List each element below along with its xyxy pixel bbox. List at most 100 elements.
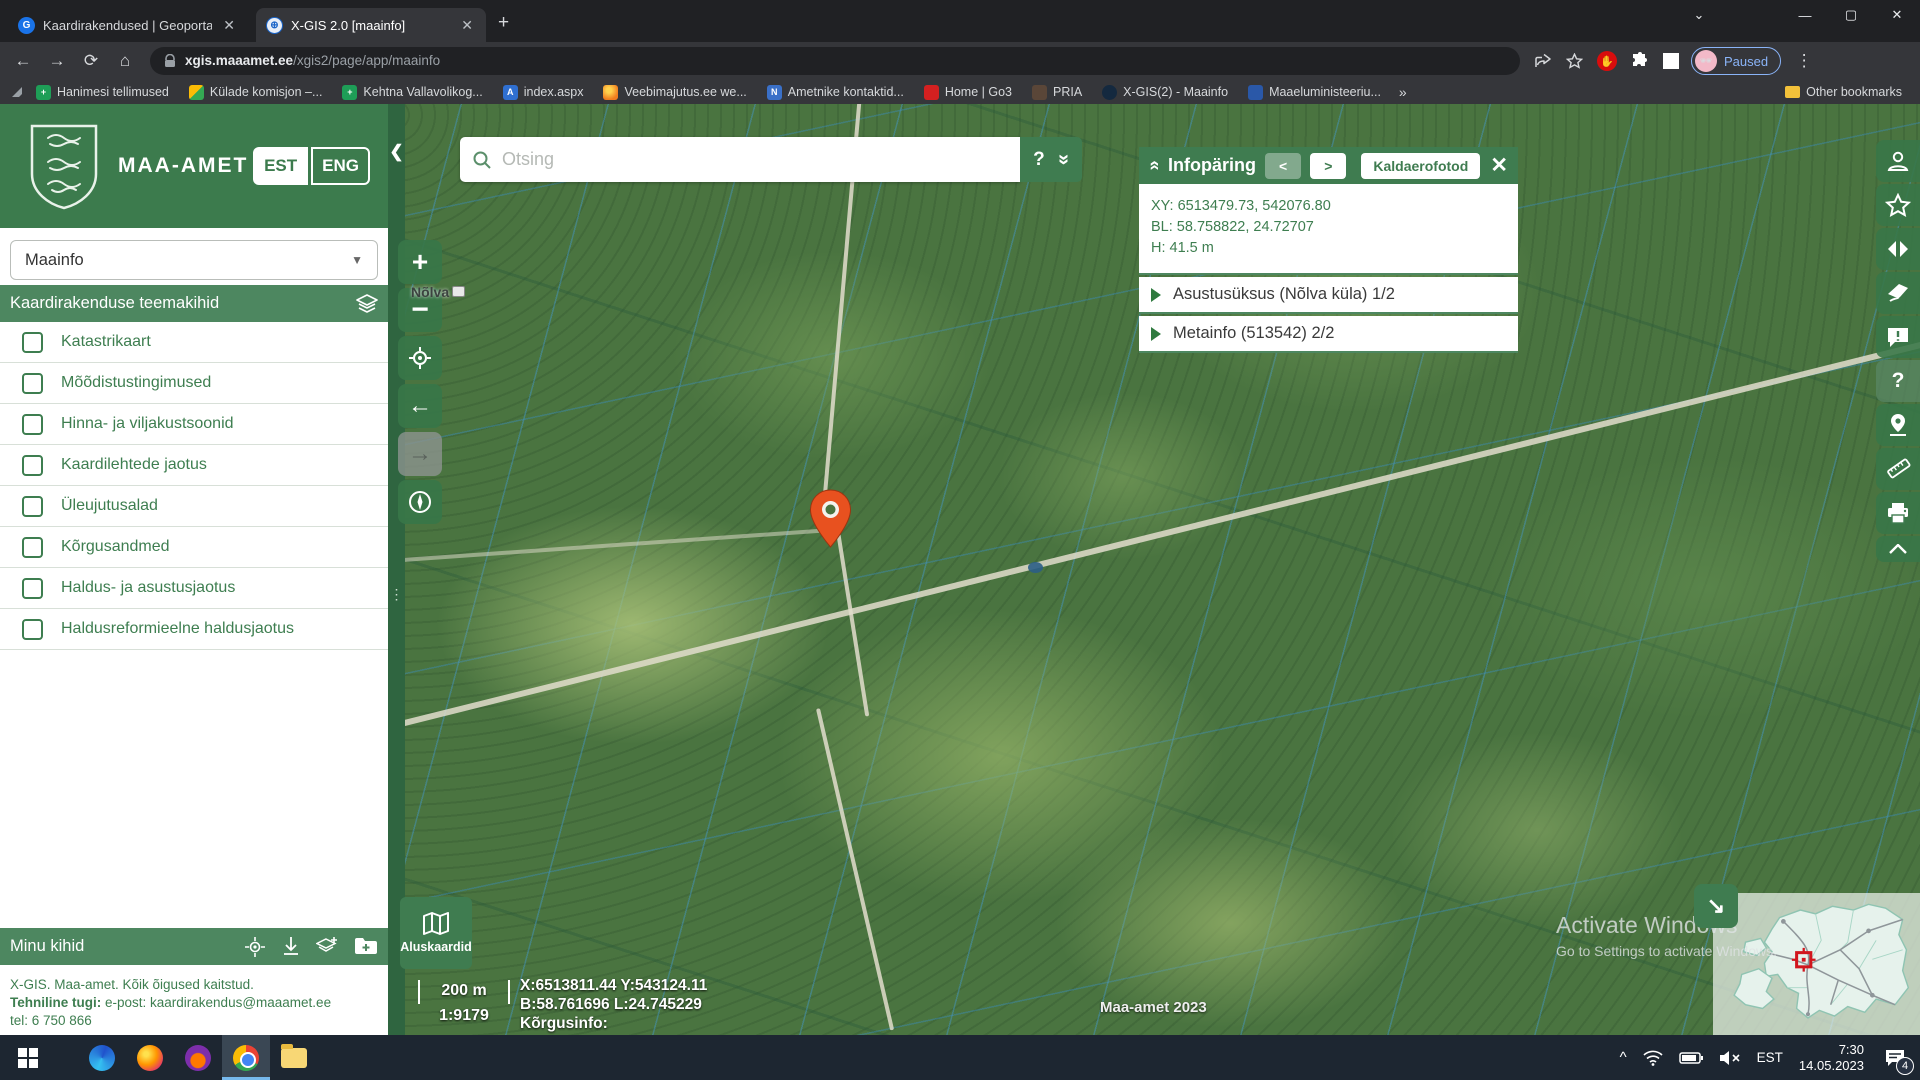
map-marker-pin[interactable] [808,489,853,548]
help-button[interactable]: ? [1876,360,1920,402]
checkbox[interactable] [22,455,43,476]
history-forward-button[interactable]: → [398,432,442,476]
locate-layers-icon[interactable] [244,936,266,958]
tab-geoportaal[interactable]: G Kaardirakendused | Geoportaal | ✕ [8,8,248,42]
action-center-button[interactable]: 4 [1880,1043,1910,1073]
taskbar-chrome[interactable] [222,1035,270,1080]
checkbox[interactable] [22,414,43,435]
reload-icon[interactable]: ⟳ [74,51,108,71]
bookmark-item[interactable]: Veebimajutus.ee we... [595,85,754,100]
bookmark-star-icon[interactable] [1566,53,1583,69]
result-row-asustusuksus[interactable]: Asustusüksus (Nõlva küla) 1/2 [1139,277,1518,314]
layers-icon[interactable] [356,294,378,314]
minimap-toggle-button[interactable]: ↘ [1694,884,1738,928]
layer-row-moodistustingimused[interactable]: Mõõdistustingimused [0,363,388,404]
checkbox[interactable] [22,578,43,599]
locate-button[interactable] [398,336,442,380]
bookmark-item[interactable]: Aindex.aspx [495,85,592,100]
bookmark-item[interactable]: PRIA [1024,85,1090,100]
collapse-rail-button[interactable] [1876,536,1920,562]
other-bookmarks[interactable]: Other bookmarks [1777,85,1910,99]
apps-shortcut-icon[interactable] [10,85,24,99]
bookmark-item[interactable]: +Kehtna Vallavolikog... [334,85,490,100]
result-row-metainfo[interactable]: Metainfo (513542) 2/2 [1139,316,1518,353]
language-est-button[interactable]: EST [253,147,308,185]
taskbar-firefox[interactable] [126,1035,174,1080]
layer-row-haldusreformieelne[interactable]: Haldusreformieelne haldusjaotus [0,609,388,650]
tab-close-icon[interactable]: ✕ [458,17,476,34]
volume-muted-icon[interactable] [1719,1050,1741,1066]
checkbox[interactable] [22,619,43,640]
bookmark-item[interactable]: +Hanimesi tellimused [28,85,177,100]
layer-row-korgusandmed[interactable]: Kõrgusandmed [0,527,388,568]
add-folder-icon[interactable] [354,936,378,956]
collapse-panel-icon[interactable]: » [1144,160,1165,170]
side-panel-icon[interactable] [1663,53,1679,69]
basemap-button[interactable]: Aluskaardid [400,897,472,969]
favorites-button[interactable] [1876,184,1920,226]
search-input[interactable] [502,149,1008,170]
my-layers-header[interactable]: Minu kihid [0,928,388,965]
bookmark-item[interactable]: X-GIS(2) - Maainfo [1094,85,1236,100]
bookmark-item[interactable]: Home | Go3 [916,85,1020,100]
kaldaerofotod-button[interactable]: Kaldaerofotod [1361,153,1480,179]
expand-search-icon[interactable]: » [1052,154,1075,165]
tab-xgis[interactable]: ⊕ X-GIS 2.0 [maainfo] ✕ [256,8,486,42]
user-tools-button[interactable] [1876,140,1920,182]
add-layer-icon[interactable] [316,936,338,956]
minimize-button[interactable]: — [1782,8,1828,23]
keyboard-language[interactable]: EST [1757,1050,1783,1065]
download-icon[interactable] [282,936,300,956]
search-help-button[interactable]: ? [1033,149,1045,171]
zoom-in-button[interactable]: + [398,240,442,284]
language-eng-button[interactable]: ENG [311,147,370,185]
drag-handle-icon[interactable]: ⋮ [389,586,404,603]
tab-search-icon[interactable]: ⌄ [1676,7,1722,23]
map-canvas[interactable]: ❮ ⋮ ? » + − ← → Nõlva » Infopäring < [388,104,1920,1035]
taskbar-avast[interactable] [174,1035,222,1080]
previous-result-button[interactable]: < [1265,153,1301,179]
swipe-compare-button[interactable] [1876,228,1920,270]
profile-chip[interactable]: 🕶 Paused [1691,47,1781,75]
search-bar[interactable] [460,137,1020,182]
adblock-extension-icon[interactable]: ✋ [1597,51,1617,71]
start-button[interactable] [4,1035,52,1080]
layer-row-katastrikaart[interactable]: Katastrikaart [0,322,388,363]
layer-row-kaardilehtede-jaotus[interactable]: Kaardilehtede jaotus [0,445,388,486]
print-button[interactable] [1876,492,1920,534]
new-tab-button[interactable]: + [498,12,509,34]
feedback-button[interactable] [1876,316,1920,358]
application-select[interactable]: Maainfo ▼ [10,240,378,280]
home-icon[interactable]: ⌂ [108,51,142,71]
checkbox[interactable] [22,537,43,558]
measure-button[interactable] [1876,448,1920,490]
theme-layers-header[interactable]: Kaardirakenduse teemakihid [0,285,388,322]
layer-row-uleujutusalad[interactable]: Üleujutusalad [0,486,388,527]
address-bar[interactable]: xgis.maaamet.ee/xgis2/page/app/maainfo [150,47,1520,75]
forward-icon[interactable]: → [40,51,74,71]
maximize-button[interactable]: ▢ [1828,7,1874,23]
clock[interactable]: 7:30 14.05.2023 [1799,1042,1864,1074]
browser-menu-icon[interactable]: ⋮ [1787,51,1821,71]
layer-row-hinna-ja-viljakustsoonid[interactable]: Hinna- ja viljakustsoonid [0,404,388,445]
tab-close-icon[interactable]: ✕ [220,17,238,34]
close-button[interactable]: ✕ [1874,7,1920,23]
close-panel-icon[interactable]: ✕ [1490,153,1508,178]
back-icon[interactable]: ← [6,51,40,71]
location-marker-button[interactable] [1876,404,1920,446]
next-result-button[interactable]: > [1310,153,1346,179]
bookmarks-overflow-chevron[interactable]: » [1393,84,1413,100]
compass-button[interactable] [398,480,442,524]
extensions-puzzle-icon[interactable] [1631,52,1649,70]
erase-button[interactable] [1876,272,1920,314]
checkbox[interactable] [22,332,43,353]
battery-icon[interactable] [1679,1051,1703,1065]
bookmark-item[interactable]: Maaeluministeeriu... [1240,85,1389,100]
taskbar-explorer[interactable] [270,1035,318,1080]
checkbox[interactable] [22,373,43,394]
taskbar-edge[interactable] [78,1035,126,1080]
share-icon[interactable] [1534,53,1552,69]
layer-row-haldus-ja-asustusjaotus[interactable]: Haldus- ja asustusjaotus [0,568,388,609]
bookmark-item[interactable]: NAmetnike kontaktid... [759,85,912,100]
tray-expand-icon[interactable]: ^ [1620,1049,1627,1066]
